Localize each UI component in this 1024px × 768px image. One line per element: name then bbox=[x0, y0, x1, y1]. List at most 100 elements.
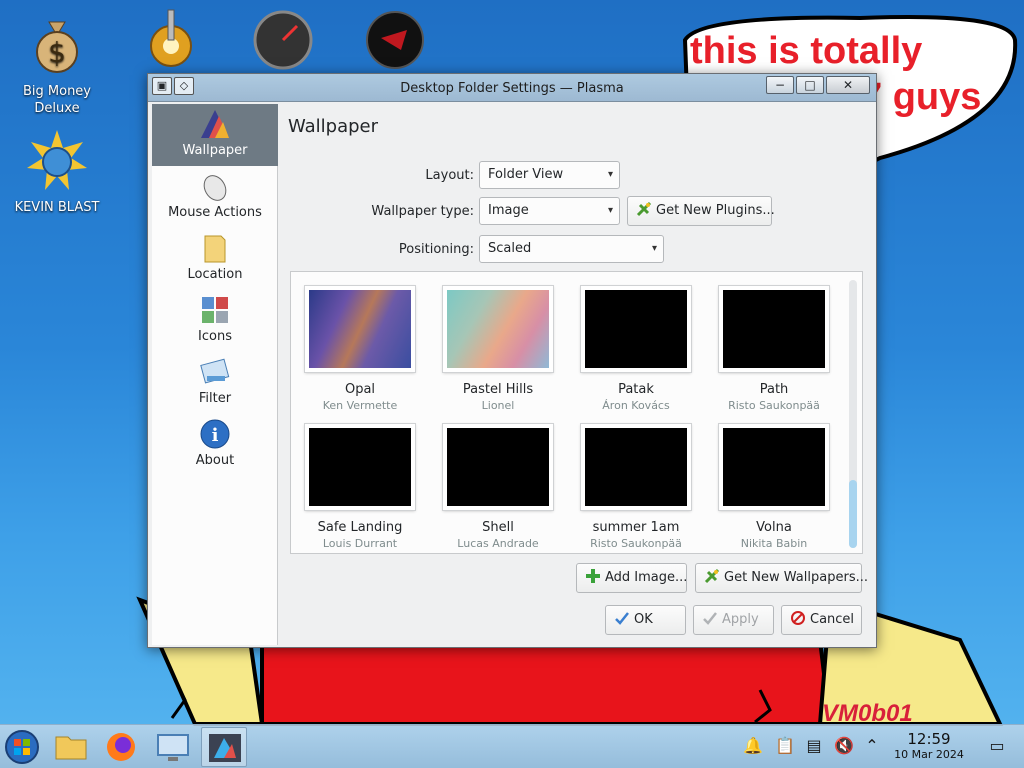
checkmark-icon bbox=[615, 612, 629, 625]
wallpaper-tile-summer-1am[interactable]: summer 1am Risto Saukonpää bbox=[572, 424, 700, 550]
taskbar-file-manager[interactable] bbox=[48, 727, 94, 767]
wallpaper-name: Safe Landing bbox=[317, 520, 403, 535]
sidebar-item-filter[interactable]: Filter bbox=[152, 352, 278, 414]
sidebar-item-label: Location bbox=[187, 267, 243, 282]
icons-icon bbox=[202, 297, 228, 323]
sidebar-item-mouse-actions[interactable]: Mouse Actions bbox=[152, 166, 278, 228]
wallpaper-name: Volna bbox=[756, 520, 792, 535]
info-icon: i bbox=[200, 419, 230, 449]
sidebar-item-wallpaper[interactable]: Wallpaper bbox=[152, 104, 278, 166]
folder-icon bbox=[55, 736, 87, 760]
mouse-icon bbox=[203, 175, 227, 201]
wallpaper-thumbnail bbox=[581, 286, 691, 372]
ok-button[interactable]: OK bbox=[605, 605, 686, 635]
firefox-icon bbox=[107, 733, 135, 761]
cancel-button[interactable]: Cancel bbox=[781, 605, 862, 635]
clock[interactable]: 12:59 10 Mar 2024 bbox=[886, 731, 972, 762]
taskbar-plasma-settings[interactable] bbox=[201, 727, 247, 767]
wallpaper-author: Risto Saukonpää bbox=[590, 537, 682, 550]
get-new-icon bbox=[636, 201, 652, 217]
wallpaper-author: Ken Vermette bbox=[322, 399, 398, 412]
clipboard-icon[interactable]: 📋 bbox=[774, 735, 796, 757]
wallpaper-thumbnail bbox=[719, 286, 829, 372]
wallpaper-thumbnail bbox=[443, 424, 553, 510]
chevron-down-icon: ▾ bbox=[607, 169, 613, 180]
desktop-icon-big-money[interactable]: $ Big Money Deluxe bbox=[2, 12, 112, 117]
filter-icon bbox=[200, 358, 230, 384]
start-orb-icon bbox=[5, 730, 39, 764]
wallpaper-tile-safe-landing[interactable]: Safe Landing Louis Durrant bbox=[296, 424, 424, 550]
wallpaper-thumbnail bbox=[305, 286, 415, 372]
folder-icon bbox=[204, 235, 226, 263]
desktop-icon-label: KEVIN BLAST bbox=[14, 200, 100, 215]
page-title: Wallpaper bbox=[288, 116, 379, 137]
close-button[interactable]: ✕ bbox=[826, 76, 870, 94]
desktop-icon-gauge[interactable] bbox=[228, 8, 338, 79]
desktop-icon-label: Big Money Deluxe bbox=[22, 84, 91, 116]
volume-muted-icon[interactable]: 🔇 bbox=[833, 735, 855, 757]
wallpaper-tile-path[interactable]: Path Risto Saukonpää bbox=[710, 286, 838, 412]
chevron-down-icon: ▾ bbox=[651, 243, 657, 254]
gear-icon bbox=[150, 9, 192, 67]
svg-text:i: i bbox=[212, 425, 219, 446]
settings-content: Wallpaper Layout: Folder View ▾ Wallpape… bbox=[279, 104, 876, 647]
plus-icon bbox=[586, 569, 600, 583]
clock-time: 12:59 bbox=[907, 730, 951, 748]
wallpaper-thumbnail bbox=[581, 424, 691, 510]
sidebar-item-label: Filter bbox=[198, 391, 232, 406]
wallpaper-scrollbar[interactable] bbox=[849, 280, 857, 548]
desktop-icon-red-logo[interactable] bbox=[340, 8, 450, 79]
show-desktop-icon[interactable]: ▭ bbox=[986, 735, 1008, 757]
maximize-button[interactable]: □ bbox=[796, 76, 824, 94]
wallpaper-author: Lionel bbox=[481, 399, 515, 412]
desktop-icon-kevin-blast[interactable]: KEVIN BLAST bbox=[2, 128, 112, 216]
scrollbar-thumb[interactable] bbox=[849, 480, 857, 548]
wallpaper-name: summer 1am bbox=[592, 520, 680, 535]
wallpaper-thumbnail bbox=[719, 424, 829, 510]
wallpaper-name: Path bbox=[759, 382, 789, 397]
wallpaper-name: Shell bbox=[482, 520, 514, 535]
title-bar[interactable]: ▣ ◇ Desktop Folder Settings — Plasma − □… bbox=[148, 74, 876, 102]
minimize-button[interactable]: − bbox=[766, 76, 794, 94]
wallpaper-thumbnail bbox=[443, 286, 553, 372]
wallpaper-tile-opal[interactable]: Opal Ken Vermette bbox=[296, 286, 424, 412]
get-new-icon bbox=[704, 568, 720, 584]
wallpaper-icon bbox=[209, 734, 241, 762]
gauge-icon bbox=[253, 10, 313, 70]
positioning-label: Positioning: bbox=[398, 242, 474, 257]
wallpaper-author: Risto Saukonpää bbox=[728, 399, 820, 412]
storage-icon[interactable]: ▤ bbox=[803, 735, 825, 757]
wallpaper-tile-pastel-hills[interactable]: Pastel Hills Lionel bbox=[434, 286, 562, 412]
wallpaper-tile-shell[interactable]: Shell Lucas Andrade bbox=[434, 424, 562, 550]
wallpaper-name: Opal bbox=[344, 382, 376, 397]
sidebar-item-label: Mouse Actions bbox=[168, 205, 262, 220]
notifications-icon[interactable]: 🔔 bbox=[742, 735, 764, 757]
desktop-icon-gear[interactable] bbox=[116, 8, 226, 79]
get-new-plugins-button[interactable]: Get New Plugins... bbox=[627, 196, 775, 226]
sidebar-item-about[interactable]: i About bbox=[152, 414, 278, 476]
sidebar-item-location[interactable]: Location bbox=[152, 228, 278, 290]
wallpaper-type-label: Wallpaper type: bbox=[371, 204, 474, 219]
wallpaper-type-value: Image bbox=[488, 203, 529, 218]
checkmark-icon bbox=[703, 612, 717, 625]
get-new-wallpapers-button[interactable]: Get New Wallpapers... bbox=[695, 563, 868, 593]
apply-button[interactable]: Apply bbox=[693, 605, 774, 635]
positioning-value: Scaled bbox=[488, 241, 532, 256]
wallpaper-name: Pastel Hills bbox=[462, 382, 534, 397]
red-logo-icon bbox=[366, 11, 424, 69]
layout-select[interactable]: Folder View ▾ bbox=[479, 161, 620, 189]
wallpaper-type-select[interactable]: Image ▾ bbox=[479, 197, 620, 225]
add-image-button[interactable]: Add Image... bbox=[576, 563, 687, 593]
wallpaper-tile-volna[interactable]: Volna Nikita Babin bbox=[710, 424, 838, 550]
chevron-up-icon[interactable]: ⌃ bbox=[861, 735, 883, 757]
wallpaper-author: Lucas Andrade bbox=[457, 537, 539, 550]
wallpaper-grid[interactable]: Opal Ken Vermette Pastel Hills Lionel Pa… bbox=[290, 271, 863, 554]
start-button[interactable] bbox=[0, 727, 46, 767]
clock-date: 10 Mar 2024 bbox=[894, 748, 964, 761]
sidebar-item-icons[interactable]: Icons bbox=[152, 290, 278, 352]
wallpaper-tile-patak[interactable]: Patak Áron Kovács bbox=[572, 286, 700, 412]
positioning-select[interactable]: Scaled ▾ bbox=[479, 235, 664, 263]
taskbar-firefox[interactable] bbox=[98, 727, 144, 767]
wallpaper-name: Patak bbox=[618, 382, 654, 397]
taskbar-system-settings[interactable] bbox=[150, 727, 196, 767]
